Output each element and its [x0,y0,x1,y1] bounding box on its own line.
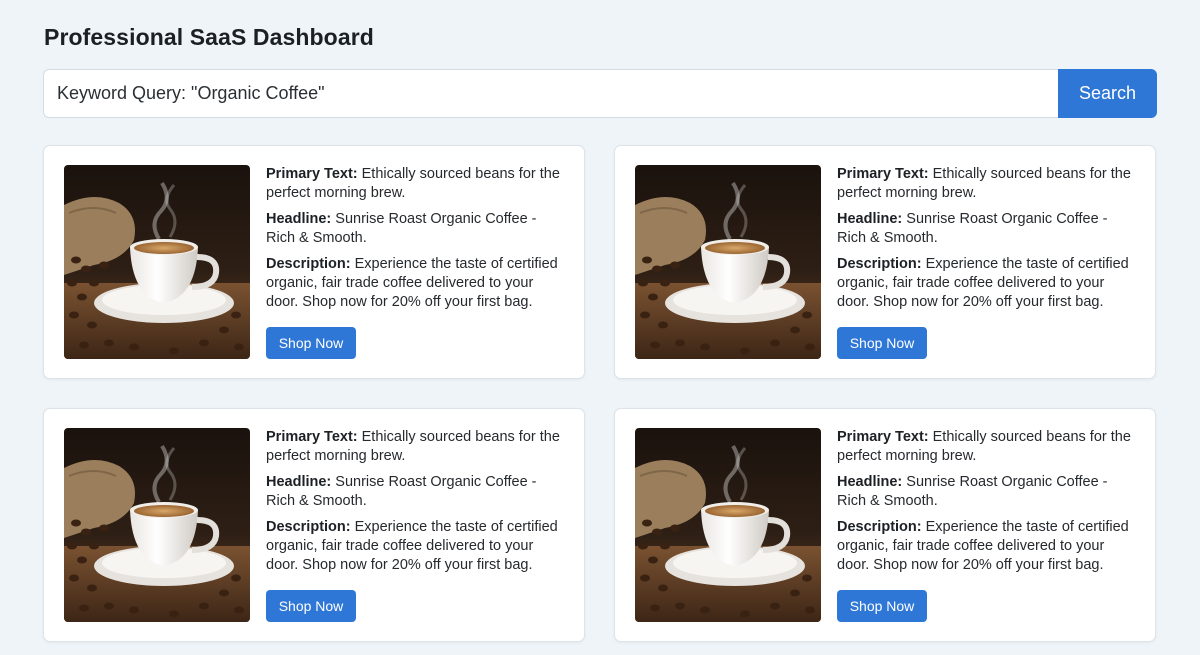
headline-row: Headline: Sunrise Roast Organic Coffee -… [266,473,566,511]
description-label: Description: [266,256,351,272]
primary-text-label: Primary Text: [837,166,929,182]
description-label: Description: [837,256,922,272]
headline-label: Headline: [837,474,903,490]
primary-text-row: Primary Text: Ethically sourced beans fo… [266,428,566,466]
description-row: Description: Experience the taste of cer… [266,255,566,312]
headline-row: Headline: Sunrise Roast Organic Coffee -… [837,473,1137,511]
ad-card: Primary Text: Ethically sourced beans fo… [614,408,1156,642]
primary-text-row: Primary Text: Ethically sourced beans fo… [837,428,1137,466]
ad-card: Primary Text: Ethically sourced beans fo… [43,145,585,379]
search-input[interactable] [43,69,1058,118]
primary-text-label: Primary Text: [266,429,358,445]
shop-now-button[interactable]: Shop Now [266,327,356,359]
shop-now-button[interactable]: Shop Now [266,590,356,622]
ad-card: Primary Text: Ethically sourced beans fo… [43,408,585,642]
headline-row: Headline: Sunrise Roast Organic Coffee -… [266,210,566,248]
headline-label: Headline: [266,211,332,227]
coffee-cup-photo-icon [635,428,821,622]
shop-now-button[interactable]: Shop Now [837,327,927,359]
headline-label: Headline: [837,211,903,227]
search-bar: Search [43,69,1157,118]
shop-now-button[interactable]: Shop Now [837,590,927,622]
page-title: Professional SaaS Dashboard [44,24,374,50]
description-label: Description: [266,519,351,535]
description-row: Description: Experience the taste of cer… [837,518,1137,575]
ad-copy: Primary Text: Ethically sourced beans fo… [837,165,1137,319]
primary-text-label: Primary Text: [266,166,358,182]
coffee-cup-photo-icon [635,165,821,359]
primary-text-row: Primary Text: Ethically sourced beans fo… [266,165,566,203]
description-label: Description: [837,519,922,535]
ad-copy: Primary Text: Ethically sourced beans fo… [266,165,566,319]
primary-text-label: Primary Text: [837,429,929,445]
search-button[interactable]: Search [1058,69,1157,118]
primary-text-row: Primary Text: Ethically sourced beans fo… [837,165,1137,203]
coffee-cup-photo-icon [64,428,250,622]
description-row: Description: Experience the taste of cer… [837,255,1137,312]
ad-card: Primary Text: Ethically sourced beans fo… [614,145,1156,379]
ad-copy: Primary Text: Ethically sourced beans fo… [266,428,566,582]
ad-copy: Primary Text: Ethically sourced beans fo… [837,428,1137,582]
headline-label: Headline: [266,474,332,490]
headline-row: Headline: Sunrise Roast Organic Coffee -… [837,210,1137,248]
description-row: Description: Experience the taste of cer… [266,518,566,575]
coffee-cup-photo-icon [64,165,250,359]
